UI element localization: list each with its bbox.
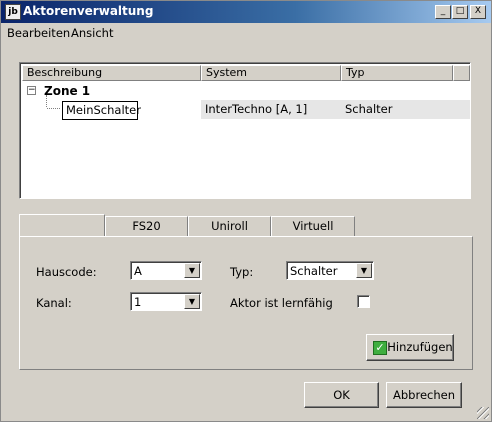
- menu-bearbeiten[interactable]: Bearbeiten: [7, 26, 70, 40]
- chevron-down-icon[interactable]: ▼: [356, 263, 372, 278]
- kanal-value: 1: [134, 295, 142, 309]
- table-row[interactable]: MeinSchalter InterTechno [A, 1] Schalter: [22, 100, 470, 120]
- main-window: jb Aktorenverwaltung _ □ X Bearbeiten An…: [0, 0, 492, 422]
- column-header-filler: [453, 65, 470, 81]
- typ-label: Typ:: [230, 265, 254, 279]
- column-header-system[interactable]: System: [201, 65, 341, 81]
- collapse-icon[interactable]: −: [27, 86, 36, 95]
- add-button-label: Hinzufügen: [387, 340, 453, 354]
- title-bar[interactable]: jb Aktorenverwaltung _ □ X: [1, 1, 491, 23]
- tab-active[interactable]: [19, 214, 105, 238]
- hauscode-label: Hauscode:: [36, 265, 97, 279]
- system-cell: InterTechno [A, 1]: [201, 100, 341, 119]
- zone-row[interactable]: − Zone 1: [22, 82, 470, 101]
- menu-bar: Bearbeiten Ansicht: [1, 23, 491, 43]
- chevron-down-icon[interactable]: ▼: [184, 294, 200, 309]
- description-edit-field[interactable]: MeinSchalter: [62, 101, 141, 120]
- typ-select[interactable]: Schalter ▼: [286, 261, 374, 280]
- lernfaehig-checkbox[interactable]: [357, 295, 370, 308]
- zone-label: Zone 1: [44, 84, 91, 98]
- tab-virtuell[interactable]: Virtuell: [271, 216, 355, 237]
- lernfaehig-label: Aktor ist lernfähig: [230, 296, 333, 310]
- tab-uniroll[interactable]: Uniroll: [188, 216, 271, 237]
- maximize-button[interactable]: □: [452, 5, 468, 19]
- column-header-typ[interactable]: Typ: [341, 65, 453, 81]
- close-button[interactable]: X: [470, 5, 486, 19]
- type-cell: Schalter: [341, 100, 470, 119]
- add-button[interactable]: ✓ Hinzufügen: [366, 334, 454, 361]
- kanal-label: Kanal:: [36, 296, 72, 310]
- checkmark-icon: ✓: [373, 341, 387, 355]
- kanal-select[interactable]: 1 ▼: [130, 292, 202, 311]
- cancel-button[interactable]: Abbrechen: [386, 382, 462, 408]
- hauscode-value: A: [134, 264, 142, 278]
- tab-panel: Hauscode: A ▼ Typ: Schalter ▼ Kanal: 1 ▼…: [19, 236, 473, 370]
- list-header: Beschreibung System Typ: [22, 65, 470, 81]
- column-header-beschreibung[interactable]: Beschreibung: [22, 65, 201, 81]
- typ-value: Schalter: [290, 264, 338, 278]
- chevron-down-icon[interactable]: ▼: [184, 263, 200, 278]
- ok-button[interactable]: OK: [304, 382, 379, 408]
- window-title: Aktorenverwaltung: [23, 4, 154, 18]
- menu-ansicht[interactable]: Ansicht: [71, 26, 113, 40]
- resize-grip-icon[interactable]: [477, 407, 489, 419]
- minimize-button[interactable]: _: [435, 5, 451, 19]
- tab-fs20[interactable]: FS20: [105, 216, 188, 237]
- hauscode-select[interactable]: A ▼: [130, 261, 202, 280]
- actor-list[interactable]: Beschreibung System Typ − Zone 1 MeinSch…: [19, 62, 471, 199]
- tab-strip: FS20 Uniroll Virtuell: [19, 214, 473, 238]
- app-icon: jb: [5, 4, 21, 20]
